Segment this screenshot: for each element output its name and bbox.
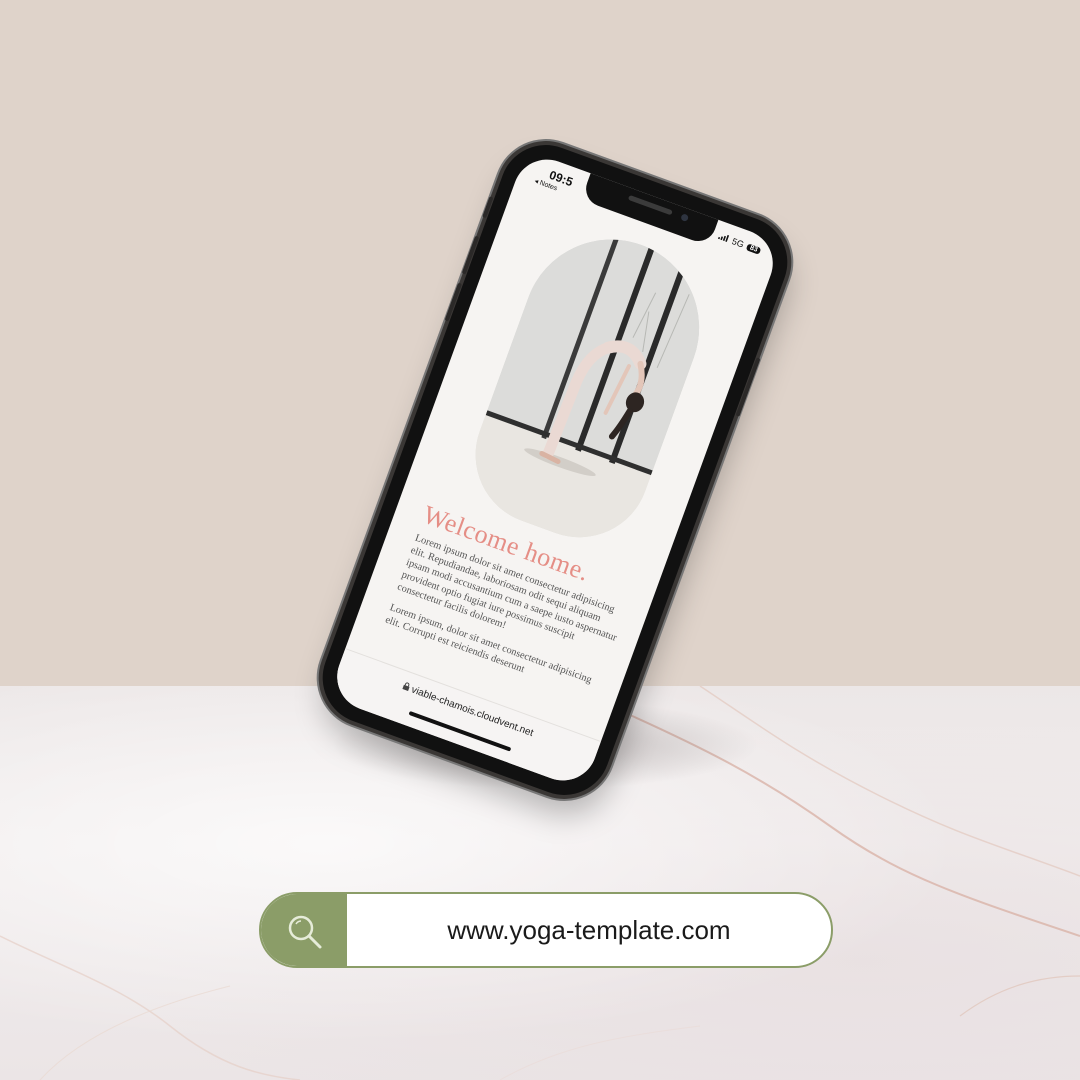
address-url-text: viable-chamois.cloudvent.net [409,684,535,739]
network-type: 5G [730,236,746,250]
status-indicators: 5G 83 [717,231,762,255]
search-button[interactable] [261,894,347,966]
front-camera [680,213,690,223]
website-search-bar[interactable]: www.yoga-template.com [259,892,833,968]
speaker-grill [627,194,673,216]
yoga-photo [455,214,724,557]
signal-icon [717,231,730,244]
website-url: www.yoga-template.com [447,915,731,945]
search-icon [288,915,322,949]
battery-icon: 83 [746,242,762,255]
